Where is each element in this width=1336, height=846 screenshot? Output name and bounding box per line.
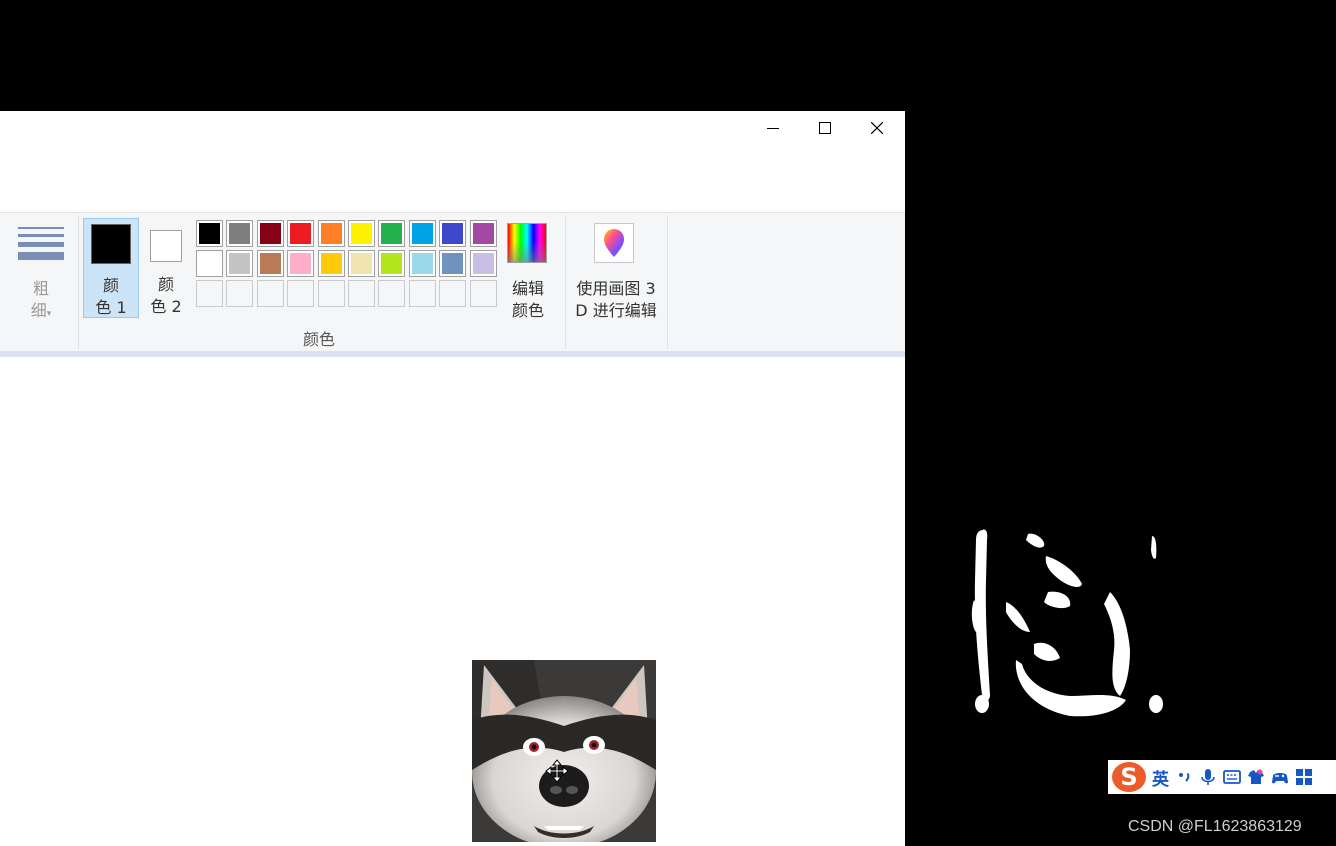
keyboard-icon[interactable] [1223,768,1241,786]
palette-swatch-fill [199,223,220,244]
custom-color-slot[interactable] [226,280,254,307]
color2-label-line2: 色 2 [150,297,182,316]
palette-swatch[interactable] [348,220,375,247]
edit-colors-label-line2: 颜色 [511,301,544,320]
group-separator [78,215,79,349]
paint3d-label-line1: 使用画图 3 [576,279,656,298]
palette-swatch[interactable] [287,220,315,247]
palette-swatch[interactable] [226,220,254,247]
ime-toolbar: S 英 [1108,760,1336,794]
color1-swatch [91,224,131,264]
thickness-button[interactable]: 粗 细▾ [12,221,72,321]
color2-label-line1: 颜 [157,275,174,294]
palette-swatch-fill [290,223,312,244]
custom-color-slot[interactable] [317,280,345,307]
gamepad-icon[interactable] [1271,768,1289,786]
color2-swatch [150,230,182,262]
palette-swatch[interactable] [469,220,497,247]
color-palette [196,220,500,312]
palette-swatch[interactable] [226,250,254,277]
toolbox-icon[interactable] [1295,768,1313,786]
color-spectrum-icon [507,223,547,263]
custom-color-slot[interactable] [439,280,467,307]
palette-swatch[interactable] [408,220,436,247]
palette-swatch-fill [259,253,281,274]
custom-color-slot[interactable] [348,280,375,307]
palette-swatch[interactable] [256,250,284,277]
palette-swatch-fill [381,223,403,244]
edit-with-paint3d-button[interactable]: 使用画图 3 D 进行编辑 [570,221,662,321]
maximize-button[interactable] [799,111,851,145]
palette-swatch[interactable] [317,220,345,247]
palette-swatch[interactable] [256,220,284,247]
palette-swatch-fill [411,253,433,274]
dog-image[interactable] [472,660,656,842]
palette-swatch[interactable] [378,250,406,277]
close-button[interactable] [851,111,903,145]
color1-label-line1: 颜 [102,276,119,295]
palette-swatch[interactable] [196,250,223,277]
palette-swatch-fill [229,253,251,274]
close-icon [871,122,883,134]
custom-color-slot[interactable] [469,280,497,307]
sogou-logo-icon[interactable]: S [1112,762,1146,792]
thickness-label-line2: 细 [30,301,47,320]
palette-swatch-fill [411,223,433,244]
palette-swatch-fill [442,253,464,274]
ime-language-toggle[interactable]: 英 [1152,765,1169,790]
custom-color-slot[interactable] [287,280,315,307]
palette-swatch[interactable] [469,250,497,277]
palette-swatch-fill [472,253,494,274]
palette-swatch-fill [351,223,372,244]
custom-color-slot[interactable] [196,280,223,307]
paint-window: 粗 细▾ 颜 色 1 颜 色 2 编辑 颜色 使用画图 3 D 进行编辑 颜色 [0,111,905,846]
palette-swatch-fill [229,223,251,244]
palette-swatch-fill [472,223,494,244]
ribbon: 粗 细▾ 颜 色 1 颜 色 2 编辑 颜色 使用画图 3 D 进行编辑 颜色 [0,212,905,353]
paint3d-icon [594,223,634,263]
maximize-icon [819,122,831,134]
custom-color-slot[interactable] [408,280,436,307]
palette-swatch[interactable] [287,250,315,277]
microphone-icon[interactable] [1199,768,1217,786]
palette-swatch[interactable] [378,220,406,247]
drawing-canvas[interactable] [0,357,905,846]
minimize-button[interactable] [747,111,799,145]
punctuation-icon[interactable] [1175,768,1193,786]
color1-button[interactable]: 颜 色 1 [83,218,139,318]
palette-swatch[interactable] [439,250,467,277]
palette-swatch-fill [442,223,464,244]
group-separator [667,215,668,349]
palette-swatch[interactable] [317,250,345,277]
edit-colors-button[interactable]: 编辑 颜色 [503,221,555,321]
title-bar [0,111,905,145]
palette-swatch-fill [351,253,372,274]
watermark-text: CSDN @FL1623863129 [1128,818,1302,835]
thickness-icon [18,227,64,265]
custom-color-slot[interactable] [256,280,284,307]
palette-swatch-fill [320,253,342,274]
palette-swatch-fill [320,223,342,244]
colors-group-label: 颜色 [302,330,335,349]
group-separator [565,215,566,349]
palette-swatch-fill [199,253,220,274]
palette-swatch[interactable] [348,250,375,277]
minimize-icon [767,128,779,129]
custom-color-slot[interactable] [378,280,406,307]
skin-icon[interactable] [1247,768,1265,786]
dropdown-arrow-icon: ▾ [46,309,52,319]
binary-mask-preview [971,529,1163,717]
palette-swatch[interactable] [439,220,467,247]
palette-swatch[interactable] [196,220,223,247]
color1-label-line2: 色 1 [95,298,127,317]
palette-swatch[interactable] [408,250,436,277]
palette-swatch-fill [290,253,312,274]
thickness-label-line1: 粗 [32,279,49,298]
edit-colors-label-line1: 编辑 [511,279,544,298]
palette-swatch-fill [259,223,281,244]
paint3d-label-line2: D 进行编辑 [575,301,657,320]
palette-swatch-fill [381,253,403,274]
color2-button[interactable]: 颜 色 2 [139,218,195,318]
